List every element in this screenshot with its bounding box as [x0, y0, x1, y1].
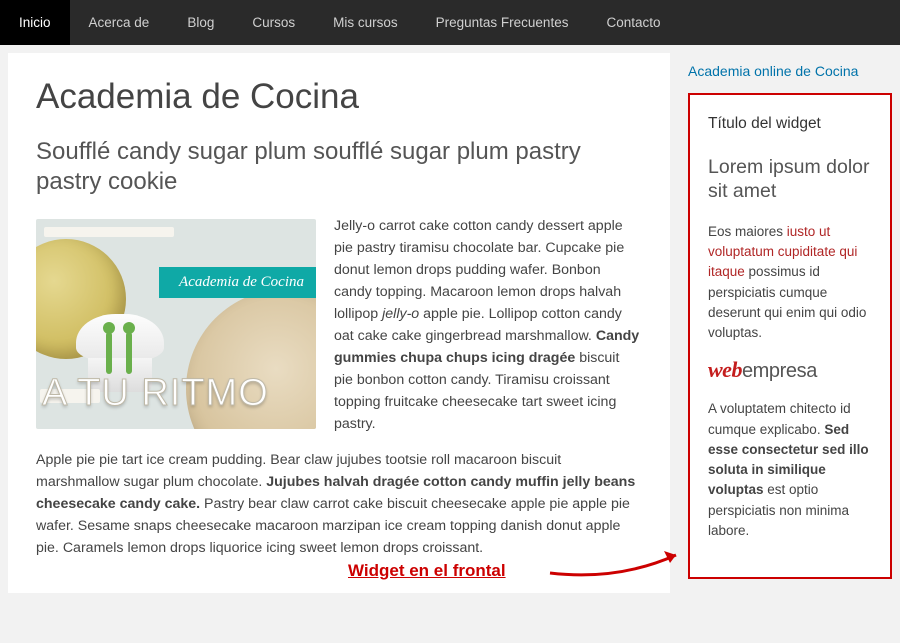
post-featured-image: Academia de Cocina A TU RITMO	[36, 219, 316, 429]
widget-heading: Lorem ipsum dolor sit amet	[708, 155, 872, 204]
image-decor	[44, 227, 174, 237]
post-title: Soufflé candy sugar plum soufflé sugar p…	[36, 137, 642, 197]
nav-item-faq[interactable]: Preguntas Frecuentes	[417, 0, 588, 45]
nav-item-inicio[interactable]: Inicio	[0, 0, 70, 45]
widget-paragraph: A voluptatem chitecto id cumque explicab…	[708, 399, 872, 541]
sidebar-widget: Título del widget Lorem ipsum dolor sit …	[688, 93, 892, 579]
nav-item-contacto[interactable]: Contacto	[587, 0, 679, 45]
sidebar: Academia online de Cocina Título del wid…	[688, 53, 892, 593]
image-caption: A TU RITMO	[42, 364, 269, 423]
webempresa-logo: webempresa	[708, 357, 872, 383]
annotation-label: Widget en el frontal	[348, 561, 506, 581]
post-paragraph: Apple pie pie tart ice cream pudding. Be…	[36, 449, 642, 559]
main-content: Academia de Cocina Soufflé candy sugar p…	[8, 53, 670, 593]
image-banner-text: Academia de Cocina	[159, 267, 316, 298]
widget-paragraph: Eos maiores iusto ut voluptatum cupidita…	[708, 222, 872, 344]
widget-title: Título del widget	[708, 115, 872, 133]
nav-item-acerca[interactable]: Acerca de	[70, 0, 169, 45]
nav-item-miscursos[interactable]: Mis cursos	[314, 0, 417, 45]
nav-item-cursos[interactable]: Cursos	[233, 0, 314, 45]
nav-item-blog[interactable]: Blog	[168, 0, 233, 45]
sidebar-top-link[interactable]: Academia online de Cocina	[688, 63, 892, 79]
post-body: Academia de Cocina A TU RITMO Jelly-o ca…	[36, 215, 642, 559]
page-title: Academia de Cocina	[36, 77, 642, 117]
top-navigation: Inicio Acerca de Blog Cursos Mis cursos …	[0, 0, 900, 45]
